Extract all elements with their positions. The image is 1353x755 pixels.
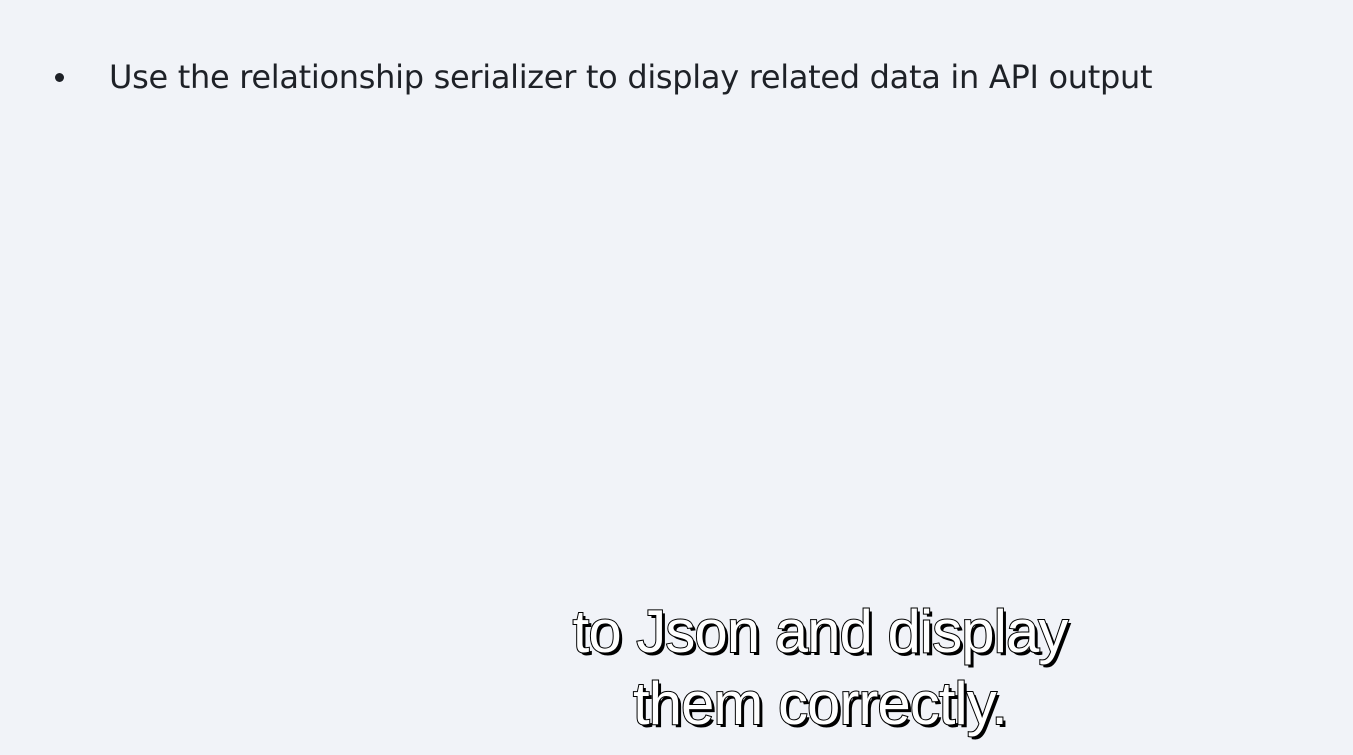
bullet-text: Use the relationship serializer to displ…: [109, 58, 1153, 96]
video-frame: { "slide": { "bullets": [ { "text": "Use…: [0, 0, 1353, 755]
subtitle-line: them correctly.: [632, 669, 1009, 738]
video-subtitle: to Json and display them correctly.: [420, 596, 1220, 740]
subtitle-line: to Json and display: [572, 597, 1070, 666]
bullet-dot-icon: [55, 73, 64, 82]
bullet-item: Use the relationship serializer to displ…: [0, 52, 1353, 104]
